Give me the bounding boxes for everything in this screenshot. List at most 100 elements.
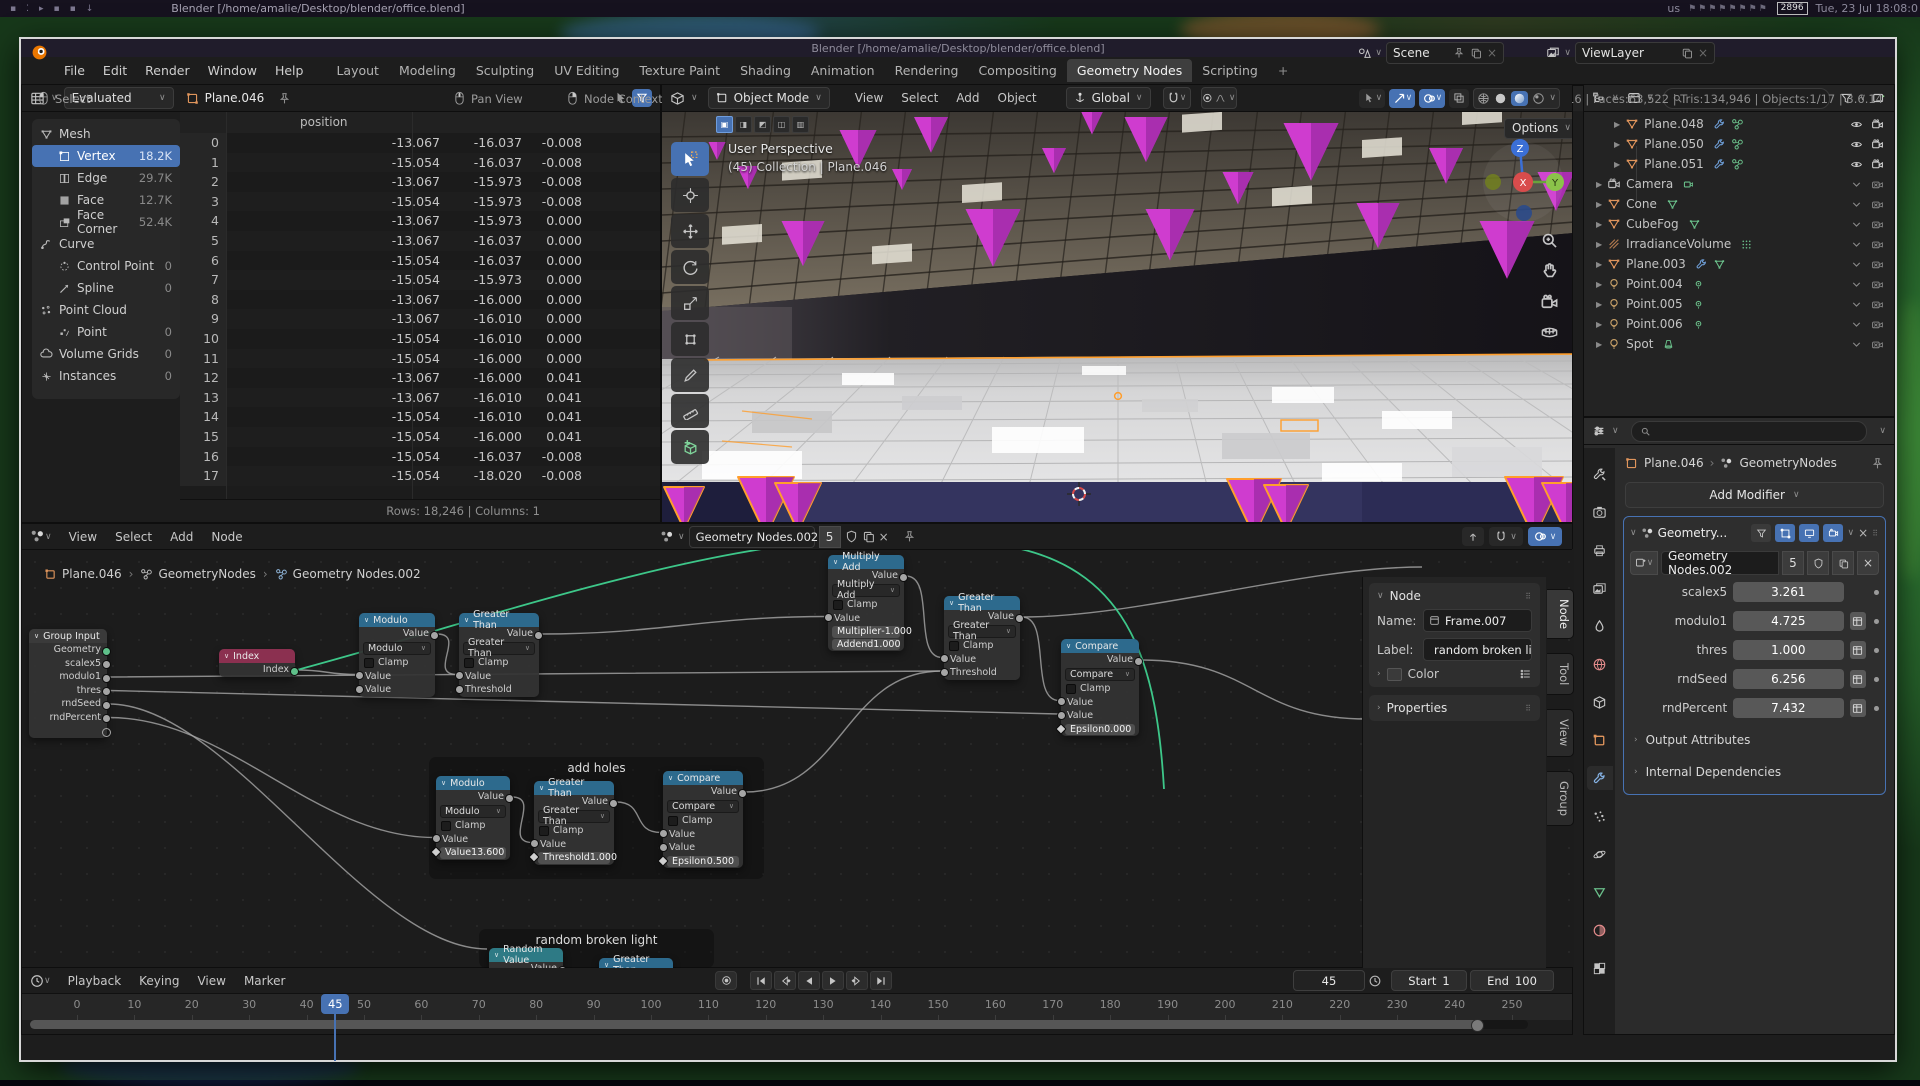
measure-tool[interactable] bbox=[671, 394, 709, 428]
outliner-item-point.004[interactable]: ▶ Point.004 bbox=[1584, 274, 1894, 294]
ortho-grid-icon[interactable] bbox=[1540, 323, 1559, 342]
scene-browse-chevron[interactable]: ∨ bbox=[1375, 48, 1382, 58]
input-attribute-toggle-icon[interactable] bbox=[1850, 670, 1867, 688]
scrollbar-zoom-knob[interactable] bbox=[1471, 1019, 1484, 1032]
wrench-icon[interactable] bbox=[1695, 258, 1708, 271]
node-greater2[interactable]: ∨Greater Than ValueGreater Than∨ClampVal… bbox=[944, 596, 1020, 680]
clamp-checkbox[interactable]: Clamp bbox=[534, 824, 614, 838]
node-value-field[interactable]: Multiplier-1.000 bbox=[832, 626, 900, 638]
unlink-icon[interactable]: × bbox=[1857, 551, 1879, 575]
table-row[interactable]: 11 -15.054 -16.000 0.000 bbox=[180, 349, 660, 369]
nodegroup-browse-chevron[interactable]: ∨ bbox=[678, 532, 685, 542]
output-socket-value[interactable] bbox=[1134, 657, 1143, 666]
expand-arrow[interactable]: ▶ bbox=[1614, 140, 1620, 149]
scene-selector[interactable]: Scene × bbox=[1386, 42, 1504, 64]
outliner-item-plane.050[interactable]: ▶ Plane.050 bbox=[1584, 134, 1894, 154]
select-mode-3[interactable]: ◫ bbox=[773, 116, 790, 133]
hidden-toggle-icon[interactable] bbox=[1850, 278, 1863, 291]
tree-item-face-corner[interactable]: Face Corner 52.4K bbox=[32, 211, 180, 233]
render-disabled-icon[interactable] bbox=[1871, 218, 1884, 231]
workspace-tab-animation[interactable]: Animation bbox=[801, 59, 885, 82]
properties-tab-physics[interactable] bbox=[1587, 842, 1613, 866]
pointlight-icon[interactable] bbox=[1692, 318, 1705, 331]
clamp-checkbox[interactable]: Clamp bbox=[663, 814, 743, 828]
node-value-field[interactable]: Value13.600 bbox=[440, 847, 506, 859]
table-row[interactable]: 1 -15.054 -16.037 -0.008 bbox=[180, 153, 660, 173]
shading-wireframe-icon[interactable] bbox=[1477, 92, 1490, 105]
table-row[interactable]: 7 -15.054 -15.973 0.000 bbox=[180, 270, 660, 290]
editor-type-chevron[interactable]: ∨ bbox=[691, 93, 698, 103]
output-socket-empty[interactable] bbox=[102, 728, 111, 737]
hidden-toggle-icon[interactable] bbox=[1850, 298, 1863, 311]
timeline-menu-playback[interactable]: Playback bbox=[59, 971, 131, 991]
node-operation-dropdown[interactable]: Compare∨ bbox=[1065, 668, 1135, 682]
render-disabled-icon[interactable] bbox=[1871, 278, 1884, 291]
outliner-item-spot[interactable]: ▶ Spot bbox=[1584, 334, 1894, 354]
shading-chevron[interactable]: ∨ bbox=[1549, 93, 1556, 103]
nodetree-icon[interactable] bbox=[660, 530, 674, 544]
table-row[interactable]: 6 -15.054 -16.037 0.000 bbox=[180, 251, 660, 271]
fake-user-shield-icon[interactable] bbox=[845, 530, 858, 543]
workspace-tab-rendering[interactable]: Rendering bbox=[885, 59, 969, 82]
nodetree-icon[interactable] bbox=[1731, 138, 1744, 151]
jump-to-start-button[interactable] bbox=[750, 971, 772, 990]
node-value-field[interactable]: Epsilon0.500 bbox=[667, 856, 739, 868]
properties-search[interactable] bbox=[1631, 421, 1868, 442]
output-socket-thres[interactable] bbox=[102, 687, 111, 696]
outliner-item-cone[interactable]: ▶ Cone bbox=[1584, 194, 1894, 214]
camera-view-icon[interactable] bbox=[1540, 293, 1559, 312]
table-row[interactable]: 4 -13.067 -15.973 0.000 bbox=[180, 211, 660, 231]
drag-handle[interactable]: ⠿ bbox=[1525, 592, 1532, 601]
table-row[interactable]: 15 -15.054 -16.000 0.041 bbox=[180, 427, 660, 447]
pointlight-icon[interactable] bbox=[1692, 298, 1705, 311]
properties-tab-object[interactable] bbox=[1587, 728, 1613, 752]
output-socket-value[interactable] bbox=[505, 794, 514, 803]
overlays-toggle-icon[interactable]: ∨ bbox=[1528, 527, 1562, 546]
output-socket-value[interactable] bbox=[899, 573, 908, 582]
editor-type-chevron[interactable]: ∨ bbox=[1612, 426, 1619, 436]
outliner-item-cubefog[interactable]: ▶ CubeFog bbox=[1584, 214, 1894, 234]
add-cube-tool[interactable] bbox=[671, 430, 709, 464]
playhead[interactable]: 45 bbox=[321, 994, 349, 1014]
tree-item-control-point[interactable]: Control Point 0 bbox=[32, 255, 180, 277]
viewport-menu-add[interactable]: Add bbox=[947, 88, 988, 108]
expand-arrow[interactable]: ▶ bbox=[1596, 220, 1602, 229]
table-row[interactable]: 17 -15.054 -18.020 -0.008 bbox=[180, 466, 660, 486]
modifier-render-toggle[interactable] bbox=[1823, 524, 1843, 542]
viewport-menu-object[interactable]: Object bbox=[989, 88, 1046, 108]
node-compare2[interactable]: ∨Compare ValueCompare∨ClampValueValueEps… bbox=[663, 771, 743, 868]
node-compare1[interactable]: ∨Compare ValueCompare∨ClampValueValueEps… bbox=[1061, 639, 1139, 736]
input-socket-value[interactable] bbox=[530, 839, 539, 848]
keyboard-layout[interactable]: us bbox=[1667, 2, 1680, 15]
pin-icon[interactable] bbox=[278, 92, 291, 105]
mode-dropdown[interactable]: Object Mode∨ bbox=[708, 87, 830, 109]
close-icon[interactable]: × bbox=[1487, 46, 1497, 60]
viewport-menu-select[interactable]: Select bbox=[892, 88, 947, 108]
select-mode-1[interactable]: ◨ bbox=[735, 116, 752, 133]
transform-tool[interactable] bbox=[671, 322, 709, 356]
input-socket-value[interactable] bbox=[1057, 697, 1066, 706]
field-value[interactable]: 6.256 bbox=[1733, 669, 1843, 689]
hidden-toggle-icon[interactable] bbox=[1850, 338, 1863, 351]
color-expand-chevron[interactable]: › bbox=[1377, 669, 1381, 679]
wm-icon[interactable]: ▪ bbox=[10, 4, 16, 14]
npanel-tab-group[interactable]: Group bbox=[1547, 771, 1574, 826]
copy-icon[interactable] bbox=[862, 530, 875, 543]
wrench-icon[interactable] bbox=[1713, 118, 1726, 131]
input-attribute-toggle-icon[interactable] bbox=[1850, 699, 1867, 717]
expand-arrow[interactable]: ▶ bbox=[1596, 340, 1602, 349]
expand-arrow[interactable]: ▶ bbox=[1614, 120, 1620, 129]
render-disabled-icon[interactable] bbox=[1871, 178, 1884, 191]
output-socket-index[interactable] bbox=[290, 667, 299, 676]
render-visibility-icon[interactable] bbox=[1871, 138, 1884, 151]
properties-tab-tool[interactable] bbox=[1587, 462, 1613, 486]
npanel-tab-node[interactable]: Node bbox=[1547, 589, 1574, 639]
workspace-tab-shading[interactable]: Shading bbox=[730, 59, 801, 82]
table-row[interactable]: 12 -13.067 -16.000 0.041 bbox=[180, 368, 660, 388]
select-mode-4[interactable]: ▥ bbox=[792, 116, 809, 133]
node-operation-dropdown[interactable]: Greater Than∨ bbox=[463, 642, 535, 656]
render-visibility-icon[interactable] bbox=[1871, 118, 1884, 131]
input-socket-value[interactable] bbox=[355, 671, 364, 680]
npanel-tab-view[interactable]: View bbox=[1547, 709, 1574, 756]
field-value[interactable]: 3.261 bbox=[1733, 582, 1843, 602]
